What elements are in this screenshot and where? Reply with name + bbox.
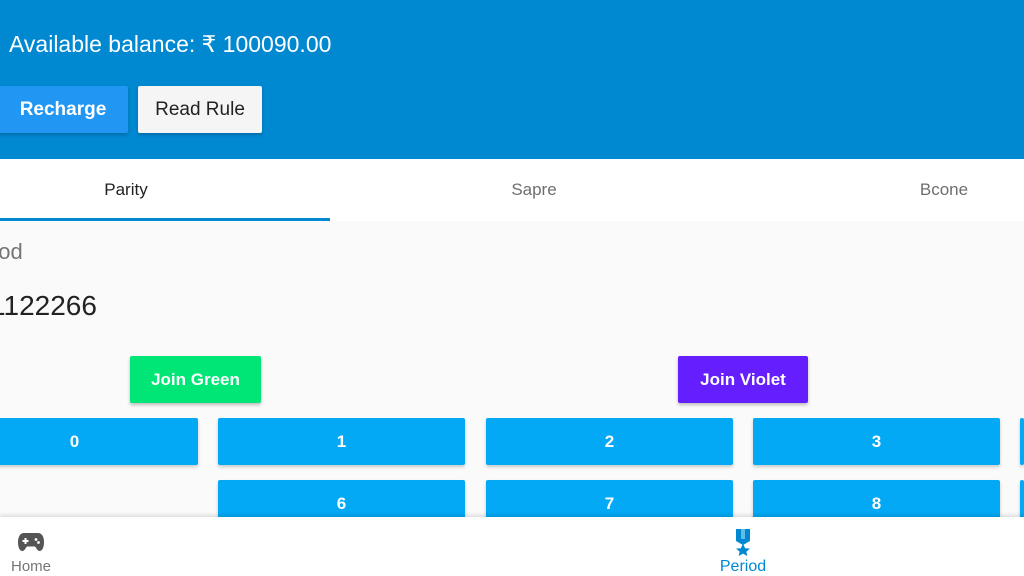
- number-button-partial[interactable]: [1020, 418, 1024, 465]
- nav-period-label: Period: [719, 558, 767, 575]
- period-label: riod: [0, 239, 23, 264]
- active-tab-indicator: [0, 218, 330, 221]
- game-page: Available balance: ₹ 100090.00 Recharge …: [0, 0, 1024, 576]
- gamepad-icon: [16, 527, 46, 557]
- read-rule-button[interactable]: Read Rule: [138, 86, 262, 133]
- medal-icon: [728, 527, 758, 557]
- header: Available balance: ₹ 100090.00 Recharge …: [0, 0, 1024, 159]
- join-green-button[interactable]: Join Green: [130, 356, 261, 403]
- number-button-0[interactable]: 0: [0, 418, 198, 465]
- number-button-2[interactable]: 2: [486, 418, 733, 465]
- nav-home[interactable]: Home: [4, 517, 58, 576]
- join-violet-button[interactable]: Join Violet: [678, 356, 808, 403]
- number-button-3[interactable]: 3: [753, 418, 1000, 465]
- game-tabs: Parity Sapre Bcone: [0, 159, 1024, 221]
- tab-bcone[interactable]: Bcone: [818, 159, 1024, 221]
- recharge-button[interactable]: Recharge: [0, 86, 128, 133]
- nav-period[interactable]: Period: [705, 517, 781, 576]
- bottom-navigation: Home Period: [0, 517, 1024, 576]
- number-button-1[interactable]: 1: [218, 418, 465, 465]
- available-balance: Available balance: ₹ 100090.00: [9, 31, 332, 57]
- nav-home-label: Home: [10, 558, 51, 575]
- tab-sapre[interactable]: Sapre: [408, 159, 660, 221]
- period-number: 1122266: [0, 290, 97, 321]
- tab-parity[interactable]: Parity: [0, 159, 252, 221]
